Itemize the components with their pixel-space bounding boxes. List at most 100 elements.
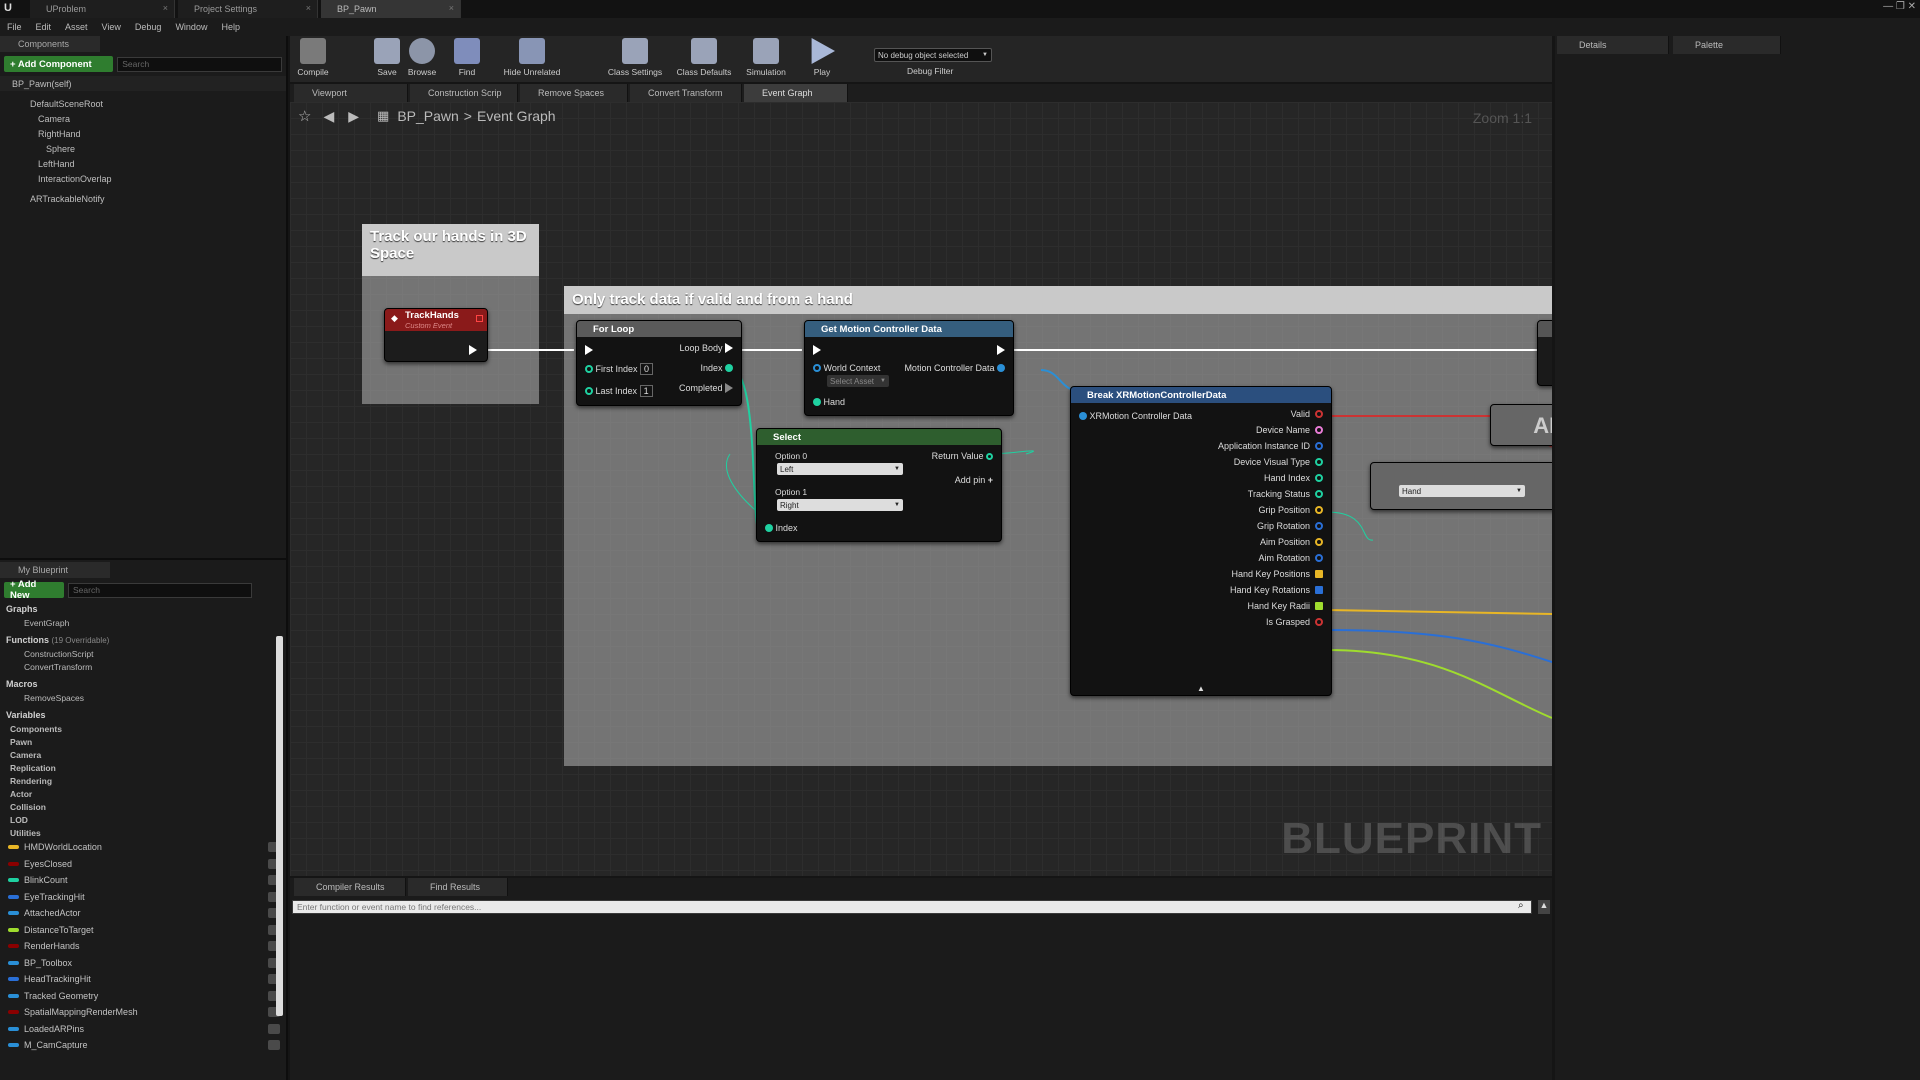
variable-item[interactable]: SpatialMappingRenderMesh: [0, 1004, 286, 1021]
window-controls[interactable]: — ❐ ✕: [1846, 1, 1916, 15]
pin-output[interactable]: Grip Position: [1258, 505, 1323, 515]
delegate-pin[interactable]: [476, 315, 483, 322]
variable-item[interactable]: RenderHands: [0, 938, 286, 955]
pin-xrmotion-controller-data[interactable]: XRMotion Controller Data: [1079, 411, 1192, 421]
variable-item[interactable]: BP_Toolbox: [0, 955, 286, 972]
pin-output[interactable]: Hand Key Radii: [1247, 601, 1323, 611]
close-icon[interactable]: ×: [163, 3, 168, 13]
tab-viewport[interactable]: Viewport: [294, 84, 408, 102]
pin-output[interactable]: Valid: [1291, 409, 1323, 419]
pin-output[interactable]: Device Visual Type: [1234, 457, 1323, 467]
play-button[interactable]: Play: [802, 38, 842, 77]
pin-output[interactable]: Device Name: [1256, 425, 1323, 435]
variable-category[interactable]: Utilities: [0, 826, 286, 839]
class-defaults-button[interactable]: Class Defaults: [674, 38, 734, 77]
visibility-eye-icon[interactable]: [268, 1040, 280, 1050]
function-item[interactable]: ConvertTransform: [0, 660, 286, 673]
compile-button[interactable]: Compile: [296, 38, 330, 77]
exec-in-pin[interactable]: [585, 345, 593, 355]
menu-window[interactable]: Window: [175, 22, 207, 32]
tab-event-graph[interactable]: Event Graph: [744, 84, 848, 102]
hide-unrelated-button[interactable]: Hide Unrelated: [500, 38, 564, 77]
doc-tab-uproblem[interactable]: UProblem ×: [30, 0, 175, 18]
variable-category[interactable]: Rendering: [0, 774, 286, 787]
section-graphs[interactable]: Graphs: [0, 602, 286, 616]
tab-my-blueprint[interactable]: My Blueprint: [0, 562, 110, 578]
exec-out-pin[interactable]: [997, 345, 1005, 355]
pin-option-0[interactable]: Option 0: [775, 451, 807, 461]
exec-in-pin[interactable]: [813, 345, 821, 355]
simulation-button[interactable]: Simulation: [742, 38, 790, 77]
component-item[interactable]: RightHand: [0, 126, 286, 141]
find-all-icon[interactable]: ▲: [1538, 900, 1550, 914]
pin-output[interactable]: Hand Key Positions: [1231, 569, 1323, 579]
variable-item[interactable]: Tracked Geometry: [0, 988, 286, 1005]
variable-category[interactable]: Actor: [0, 787, 286, 800]
pin-option-1[interactable]: Option 1: [775, 487, 807, 497]
menu-edit[interactable]: Edit: [36, 22, 52, 32]
tab-find-results[interactable]: Find Results: [408, 878, 508, 896]
save-button[interactable]: Save: [372, 38, 402, 77]
node-partial-top[interactable]: [1537, 320, 1552, 386]
class-settings-button[interactable]: Class Settings: [604, 38, 666, 77]
node-break-xrmotioncontrollerdata[interactable]: Break XRMotionControllerData XRMotion Co…: [1070, 386, 1332, 696]
pin-output[interactable]: Tracking Status: [1248, 489, 1323, 499]
doc-tab-bp-pawn[interactable]: BP_Pawn ×: [321, 0, 461, 18]
component-item[interactable]: LeftHand: [0, 156, 286, 171]
component-item[interactable]: Camera: [0, 111, 286, 126]
find-references-input[interactable]: Enter function or event name to find ref…: [292, 900, 1532, 914]
component-item[interactable]: Sphere: [0, 141, 286, 156]
node-equal-hand[interactable]: Hand: [1370, 462, 1552, 510]
components-search-input[interactable]: Search: [117, 56, 282, 72]
node-for-loop[interactable]: For Loop Loop Body First Index 0 Index L…: [576, 320, 742, 406]
scrollbar[interactable]: [276, 636, 283, 1016]
component-item[interactable]: DefaultSceneRoot: [0, 96, 286, 111]
variable-item[interactable]: HeadTrackingHit: [0, 971, 286, 988]
pin-completed[interactable]: Completed: [679, 383, 733, 393]
tab-details[interactable]: Details: [1557, 36, 1669, 54]
variable-item[interactable]: HMDWorldLocation: [0, 839, 286, 856]
component-item[interactable]: ARTrackableNotify: [0, 191, 286, 206]
select-asset-dropdown[interactable]: Select Asset: [827, 375, 889, 387]
menu-file[interactable]: File: [7, 22, 22, 32]
variable-category[interactable]: Camera: [0, 748, 286, 761]
find-button[interactable]: Find: [450, 38, 484, 77]
pin-index[interactable]: Index: [700, 363, 733, 373]
tab-construction-script[interactable]: Construction Scrip: [410, 84, 518, 102]
event-node-trackhands[interactable]: TrackHands Custom Event ◆: [384, 308, 488, 362]
variable-category[interactable]: Pawn: [0, 735, 286, 748]
add-component-button[interactable]: + Add Component: [4, 56, 114, 72]
option-0-dropdown[interactable]: Left: [777, 463, 903, 475]
variable-item[interactable]: EyeTrackingHit: [0, 889, 286, 906]
search-icon[interactable]: ⌕: [1518, 900, 1524, 911]
variable-category[interactable]: Components: [0, 722, 286, 735]
add-new-button[interactable]: + Add New: [4, 579, 64, 601]
pin-output[interactable]: Aim Position: [1260, 537, 1323, 547]
section-functions[interactable]: Functions (19 Overridable): [0, 633, 286, 647]
section-variables[interactable]: Variables: [0, 708, 286, 722]
variable-item[interactable]: LoadedARPins: [0, 1021, 286, 1038]
variable-item[interactable]: EyesClosed: [0, 856, 286, 873]
menu-view[interactable]: View: [102, 22, 121, 32]
component-item[interactable]: InteractionOverlap: [0, 171, 286, 186]
variable-item[interactable]: DistanceToTarget: [0, 922, 286, 939]
pin-last-index[interactable]: Last Index 1: [585, 385, 653, 397]
pin-output[interactable]: Application Instance ID: [1218, 441, 1323, 451]
tab-palette[interactable]: Palette: [1673, 36, 1781, 54]
tab-compiler-results[interactable]: Compiler Results: [294, 878, 406, 896]
menu-debug[interactable]: Debug: [135, 22, 162, 32]
visibility-eye-icon[interactable]: [268, 1023, 280, 1034]
graph-item[interactable]: EventGraph: [0, 616, 286, 629]
variable-category[interactable]: LOD: [0, 813, 286, 826]
macro-item[interactable]: RemoveSpaces: [0, 691, 286, 704]
tab-components[interactable]: Components: [0, 36, 100, 52]
hand-dropdown[interactable]: Hand: [1399, 485, 1525, 497]
option-1-dropdown[interactable]: Right: [777, 499, 903, 511]
node-get-motion-controller-data[interactable]: Get Motion Controller Data World Context…: [804, 320, 1014, 416]
variable-category[interactable]: Collision: [0, 800, 286, 813]
menu-asset[interactable]: Asset: [65, 22, 88, 32]
blueprint-search-input[interactable]: Search: [68, 582, 252, 598]
close-icon[interactable]: ×: [306, 3, 311, 13]
node-select[interactable]: Select Option 0 Left Option 1 Right Inde…: [756, 428, 1002, 542]
node-and[interactable]: AN: [1490, 404, 1552, 446]
